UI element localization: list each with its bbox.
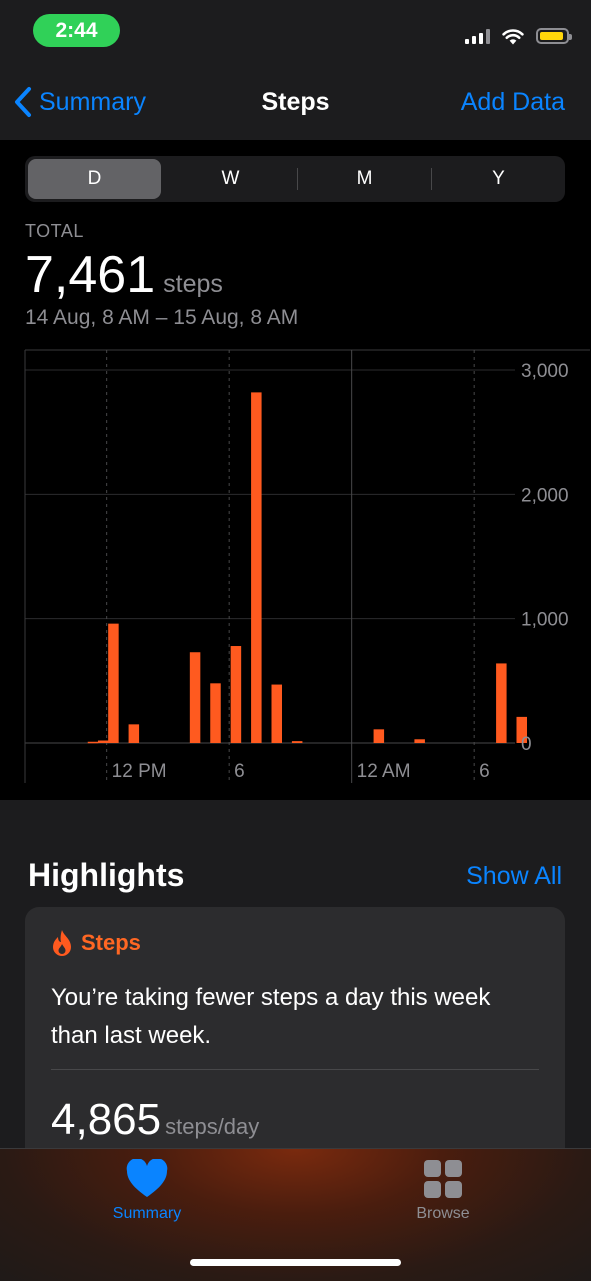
x-tick-label: 12 PM: [112, 761, 167, 782]
cellular-signal-icon: [465, 28, 490, 44]
date-range: 14 Aug, 8 AM – 15 Aug, 8 AM: [25, 306, 299, 329]
chart-bar: [251, 392, 262, 743]
chart-bar: [210, 683, 221, 743]
steps-bar-chart[interactable]: 3,000 2,000 1,000 0 12 PM 6 12 AM 6: [0, 345, 591, 785]
home-indicator: [190, 1259, 401, 1266]
y-tick-label: 1,000: [521, 610, 569, 631]
chart-bar: [373, 729, 385, 743]
chart-bar: [97, 740, 109, 743]
wifi-icon: [502, 28, 524, 44]
segment-day[interactable]: D: [28, 159, 161, 199]
tab-summary[interactable]: Summary: [87, 1159, 207, 1223]
chart-bar: [414, 739, 425, 743]
card-divider: [51, 1069, 539, 1070]
chart-bar: [189, 652, 201, 743]
total-label: TOTAL: [25, 221, 84, 241]
card-heading-label: Steps: [81, 930, 141, 955]
status-time: 2:44: [33, 14, 120, 47]
segment-week[interactable]: W: [164, 159, 297, 199]
x-tick-label: 6: [479, 761, 490, 782]
y-tick-label: 2,000: [521, 485, 569, 506]
chart-bar: [271, 684, 282, 743]
x-tick-label: 6: [234, 761, 245, 782]
highlight-card[interactable]: Steps You’re taking fewer steps a day th…: [25, 907, 565, 1167]
highlights-title: Highlights: [28, 857, 185, 893]
card-stat-unit: steps/day: [165, 1114, 260, 1139]
chart-bar: [87, 741, 99, 744]
card-message: You’re taking fewer steps a day this wee…: [51, 984, 491, 1049]
total-value: 7,461: [25, 246, 156, 304]
y-tick-label: 3,000: [521, 361, 569, 382]
card-stat: 4,865 steps/day: [51, 1095, 259, 1145]
tab-browse[interactable]: Browse: [383, 1159, 503, 1223]
chart-bar: [230, 646, 242, 743]
top-bar: 2:44 Summary Steps Add Data: [0, 0, 591, 140]
chart-bar: [496, 663, 507, 743]
heart-icon: [126, 1159, 168, 1197]
show-all-button[interactable]: Show All: [466, 862, 562, 891]
total-row: 7,461 steps: [25, 245, 223, 305]
card-stat-value: 4,865: [51, 1095, 162, 1144]
tab-summary-label: Summary: [112, 1205, 182, 1222]
grid-icon: [424, 1160, 462, 1198]
add-data-button[interactable]: Add Data: [461, 88, 565, 117]
x-tick-label: 12 AM: [357, 761, 411, 782]
status-icons: [465, 24, 572, 48]
segment-month[interactable]: M: [298, 159, 431, 199]
flame-icon: [53, 930, 71, 956]
y-tick-label: 0: [521, 734, 532, 755]
tab-browse-label: Browse: [416, 1205, 470, 1222]
chart-bar: [128, 724, 140, 743]
card-heading: Steps: [51, 929, 141, 957]
total-unit: steps: [163, 270, 223, 298]
period-segmented-control: D W M Y: [25, 156, 565, 202]
segment-year[interactable]: Y: [432, 159, 565, 199]
chart-bar: [108, 623, 119, 743]
chart-bar: [291, 741, 303, 743]
battery-icon: [536, 28, 572, 44]
